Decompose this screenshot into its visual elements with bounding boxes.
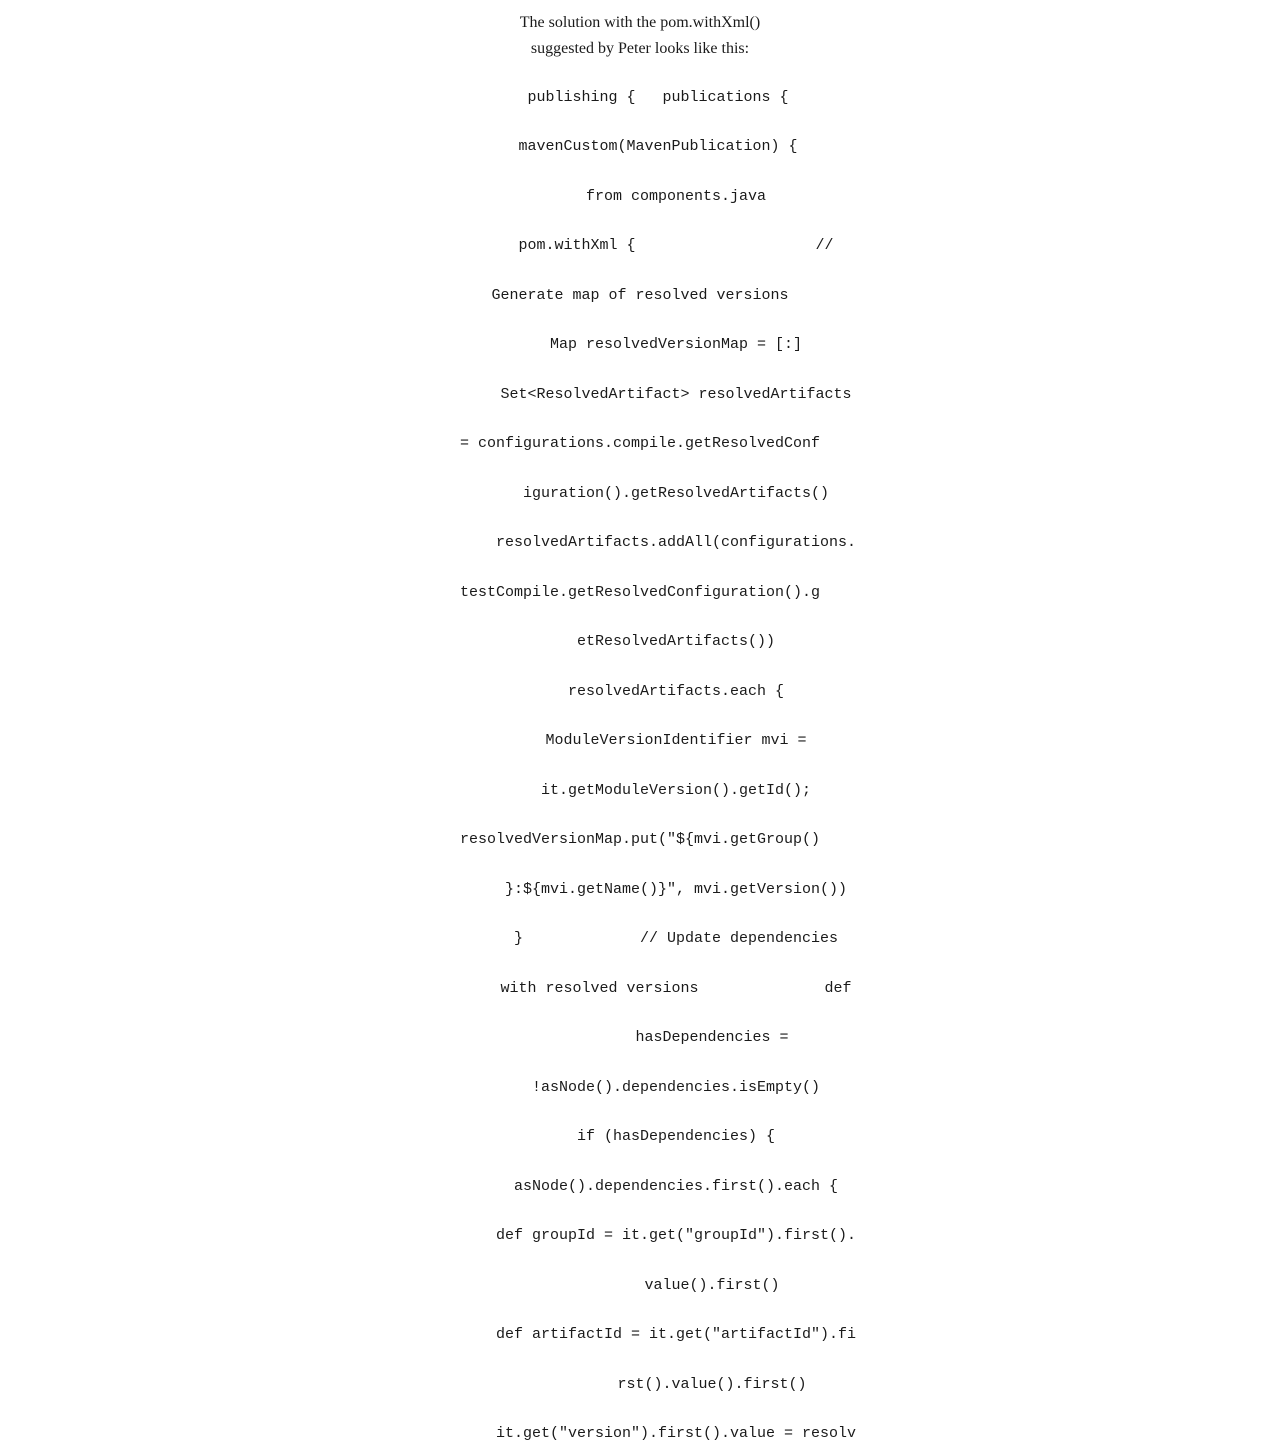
code-line-get-artifacts: etResolvedArtifacts()) [505,633,775,650]
code-line-addall: resolvedArtifacts.addAll(configurations. [424,534,856,551]
code-line-config: = configurations.compile.getResolvedConf [460,435,820,452]
intro-line2: suggested by Peter looks like this: [230,36,1050,62]
code-line-isempty: !asNode().dependencies.isEmpty() [460,1079,820,1096]
code-line-put2: }:${mvi.getName()}", mvi.getVersion()) [433,881,847,898]
code-line-each: resolvedArtifacts.each { [496,683,784,700]
intro-line1: The solution with the pom.withXml() [230,10,1050,36]
code-line-rst: rst().value().first() [473,1376,806,1393]
code-line-value1: value().first() [500,1277,779,1294]
code-line-asnode: asNode().dependencies.first().each { [442,1178,838,1195]
code-line-getid: it.getModuleVersion().getId(); [469,782,811,799]
main-content: The solution with the pom.withXml() sugg… [190,0,1090,1440]
intro-text: The solution with the pom.withXml() sugg… [230,10,1050,61]
code-line-if: if (hasDependencies) { [505,1128,775,1145]
code-line-from: from components.java [514,188,766,205]
publications-keyword: publications { [663,89,789,106]
code-line-testcompile: testCompile.getResolvedConfiguration().g [460,584,820,601]
code-line-set: Set<ResolvedArtifact> resolvedArtifacts [428,386,851,403]
code-line-has-deps: hasDependencies = [491,1029,788,1046]
code-line-map: Map resolvedVersionMap = [:] [478,336,802,353]
publishing-keyword: publishing { [527,89,662,106]
code-line-comment2: with resolved versions def [428,980,851,997]
code-line-close-each: } // Update dependencies [442,930,838,947]
code-line-put: resolvedVersionMap.put("${mvi.getGroup() [460,831,820,848]
code-line-pom: pom.withXml { // [446,237,833,254]
code-line-artifactid: def artifactId = it.get("artifactId").fi [424,1326,856,1343]
code-line-groupid: def groupId = it.get("groupId").first(). [424,1227,856,1244]
code-line-config2: iguration().getResolvedArtifacts() [451,485,829,502]
code-line-mvi-decl: ModuleVersionIdentifier mvi = [473,732,806,749]
code-block: publishing { publications { mavenCustom(… [230,61,1050,1440]
code-comment-generate: Generate map of resolved versions [491,287,788,304]
code-line-maven: mavenCustom(MavenPublication) { [482,138,797,155]
code-line-version-set: it.get("version").first().value = resolv [424,1425,856,1440]
